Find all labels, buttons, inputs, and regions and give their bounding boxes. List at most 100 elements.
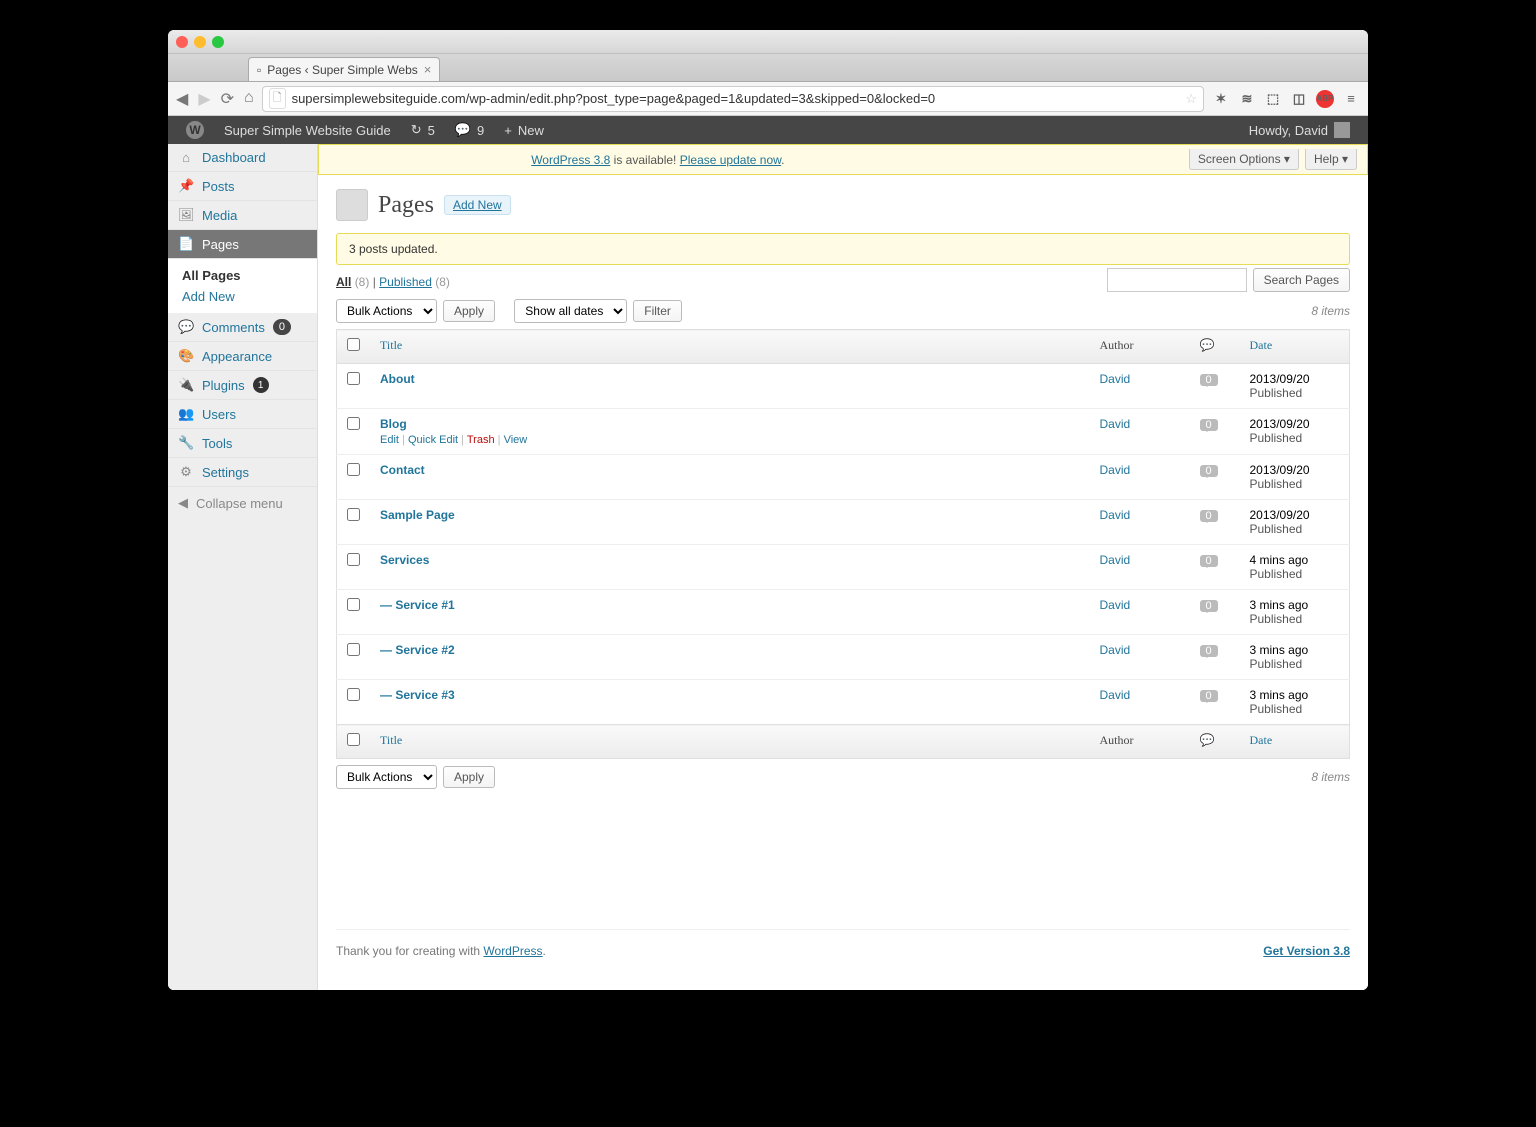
search-button[interactable]: Search Pages: [1253, 268, 1350, 292]
page-title-link[interactable]: About: [380, 372, 415, 386]
sidebar-item-comments[interactable]: 💬Comments0: [168, 313, 317, 342]
apply-button-bottom[interactable]: Apply: [443, 766, 495, 788]
page-title-link[interactable]: Services: [380, 553, 429, 567]
submenu-all-pages[interactable]: All Pages: [182, 265, 317, 286]
comment-count[interactable]: 0: [1200, 419, 1218, 431]
sidebar-item-pages[interactable]: 📄Pages: [168, 230, 317, 259]
row-checkbox[interactable]: [347, 688, 360, 701]
row-checkbox[interactable]: [347, 463, 360, 476]
author-link[interactable]: David: [1100, 508, 1131, 522]
row-checkbox[interactable]: [347, 553, 360, 566]
col-title-foot[interactable]: Title: [370, 725, 1090, 759]
bookmark-star-icon[interactable]: ☆: [1185, 91, 1197, 107]
filter-all[interactable]: All: [336, 275, 351, 289]
address-bar[interactable]: 🗋 supersimplewebsiteguide.com/wp-admin/e…: [262, 86, 1204, 112]
bulk-actions-select[interactable]: Bulk Actions: [336, 299, 437, 323]
col-comments-foot[interactable]: 💬: [1190, 725, 1240, 759]
wordpress-link[interactable]: WordPress: [483, 944, 542, 958]
author-link[interactable]: David: [1100, 688, 1131, 702]
tablenav-bottom: Bulk Actions Apply 8 items: [336, 765, 1350, 789]
page-title-link[interactable]: Sample Page: [380, 508, 455, 522]
trash-link[interactable]: Trash: [467, 434, 495, 446]
site-name[interactable]: Super Simple Website Guide: [214, 116, 401, 144]
view-link[interactable]: View: [504, 434, 528, 446]
col-date[interactable]: Date: [1240, 330, 1350, 364]
sidebar-item-media[interactable]: 🖼Media: [168, 201, 317, 230]
howdy[interactable]: Howdy, David: [1239, 116, 1360, 144]
author-link[interactable]: David: [1100, 417, 1131, 431]
row-checkbox[interactable]: [347, 598, 360, 611]
row-checkbox[interactable]: [347, 508, 360, 521]
comment-count[interactable]: 0: [1200, 555, 1218, 567]
bulk-actions-select-bottom[interactable]: Bulk Actions: [336, 765, 437, 789]
updates-item[interactable]: ↻5: [401, 116, 445, 144]
submenu-add-new[interactable]: Add New: [182, 286, 317, 307]
sidebar-item-settings[interactable]: ⚙Settings: [168, 458, 317, 487]
select-all-checkbox[interactable]: [347, 338, 360, 351]
page-title-link[interactable]: Blog: [380, 417, 407, 431]
menu-icon[interactable]: ≡: [1342, 90, 1360, 108]
page-title-link[interactable]: — Service #1: [380, 598, 455, 612]
forward-icon[interactable]: ▶: [198, 89, 210, 109]
search-input[interactable]: [1107, 268, 1247, 292]
comment-count[interactable]: 0: [1200, 510, 1218, 522]
wp-logo[interactable]: W: [176, 116, 214, 144]
new-item[interactable]: +New: [494, 116, 554, 144]
sidebar-item-tools[interactable]: 🔧Tools: [168, 429, 317, 458]
minimize-window-icon[interactable]: [194, 36, 206, 48]
get-version-link[interactable]: Get Version 3.8: [1263, 944, 1350, 958]
author-link[interactable]: David: [1100, 643, 1131, 657]
apply-button[interactable]: Apply: [443, 300, 495, 322]
comment-count[interactable]: 0: [1200, 600, 1218, 612]
col-author-foot[interactable]: Author: [1090, 725, 1190, 759]
comment-count[interactable]: 0: [1200, 645, 1218, 657]
add-new-button[interactable]: Add New: [444, 195, 511, 215]
sidebar-item-plugins[interactable]: 🔌Plugins1: [168, 371, 317, 400]
ext-icon[interactable]: ⬚: [1264, 90, 1282, 108]
col-author[interactable]: Author: [1090, 330, 1190, 364]
zoom-window-icon[interactable]: [212, 36, 224, 48]
browser-tab[interactable]: ▫ Pages ‹ Super Simple Webs ×: [248, 57, 440, 81]
close-window-icon[interactable]: [176, 36, 188, 48]
reload-icon[interactable]: ⟳: [221, 89, 234, 109]
quick-edit-link[interactable]: Quick Edit: [408, 434, 458, 446]
page-title-link[interactable]: — Service #3: [380, 688, 455, 702]
help-button[interactable]: Help ▾: [1305, 149, 1357, 170]
back-icon[interactable]: ◀: [176, 89, 188, 109]
author-link[interactable]: David: [1100, 372, 1131, 386]
ext-icon-2[interactable]: ◫: [1290, 90, 1308, 108]
sidebar-item-dashboard[interactable]: ⌂Dashboard: [168, 144, 317, 172]
page-title-link[interactable]: — Service #2: [380, 643, 455, 657]
page-title-link[interactable]: Contact: [380, 463, 425, 477]
close-tab-icon[interactable]: ×: [424, 62, 432, 77]
row-checkbox[interactable]: [347, 372, 360, 385]
comment-count[interactable]: 0: [1200, 690, 1218, 702]
screen-options-button[interactable]: Screen Options ▾: [1189, 149, 1299, 170]
filter-button[interactable]: Filter: [633, 300, 682, 322]
update-now-link[interactable]: Please update now: [680, 153, 781, 167]
author-link[interactable]: David: [1100, 553, 1131, 567]
col-date-foot[interactable]: Date: [1240, 725, 1350, 759]
col-title[interactable]: Title: [370, 330, 1090, 364]
evernote-ext-icon[interactable]: ✶: [1212, 90, 1230, 108]
filter-published[interactable]: Published: [379, 275, 432, 289]
comment-count[interactable]: 0: [1200, 465, 1218, 477]
row-checkbox[interactable]: [347, 417, 360, 430]
comments-item[interactable]: 💬9: [445, 116, 494, 144]
select-all-checkbox-bottom[interactable]: [347, 733, 360, 746]
col-comments[interactable]: 💬: [1190, 330, 1240, 364]
sidebar-item-posts[interactable]: 📌Posts: [168, 172, 317, 201]
buffer-ext-icon[interactable]: ≋: [1238, 90, 1256, 108]
row-checkbox[interactable]: [347, 643, 360, 656]
sidebar-item-appearance[interactable]: 🎨Appearance: [168, 342, 317, 371]
sidebar-item-users[interactable]: 👥Users: [168, 400, 317, 429]
author-link[interactable]: David: [1100, 598, 1131, 612]
dates-select[interactable]: Show all dates: [514, 299, 627, 323]
wp-version-link[interactable]: WordPress 3.8: [531, 153, 610, 167]
collapse-menu[interactable]: ◀Collapse menu: [168, 487, 317, 519]
author-link[interactable]: David: [1100, 463, 1131, 477]
edit-link[interactable]: Edit: [380, 434, 399, 446]
comment-count[interactable]: 0: [1200, 374, 1218, 386]
home-icon[interactable]: ⌂: [244, 89, 254, 109]
adblock-ext-icon[interactable]: ABP: [1316, 90, 1334, 108]
